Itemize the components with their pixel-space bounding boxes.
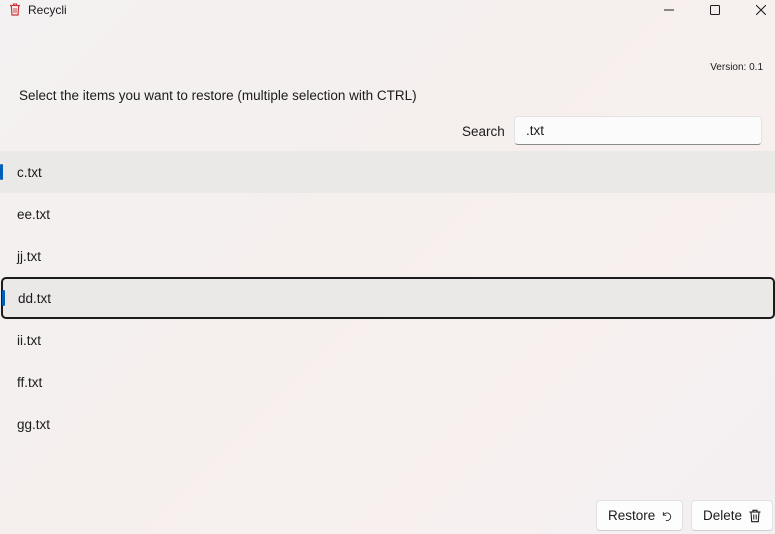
list-item-label: dd.txt (18, 290, 52, 306)
list-item-label: c.txt (17, 164, 42, 180)
search-input[interactable] (514, 116, 762, 145)
search-label: Search (462, 124, 505, 139)
minimize-icon (664, 9, 674, 11)
restore-button[interactable]: Restore (596, 500, 683, 531)
delete-button[interactable]: Delete (691, 500, 773, 531)
list-item-label: ee.txt (17, 206, 51, 222)
list-item[interactable]: ee.txt (0, 193, 775, 235)
close-button[interactable] (738, 0, 775, 20)
maximize-button[interactable] (692, 0, 738, 20)
close-icon (756, 5, 766, 15)
title-bar: Recycli (0, 0, 775, 20)
file-list[interactable]: c.txt ee.txt jj.txt dd.txt ii.txt ff.txt gg.tx… (0, 151, 775, 445)
recycle-bin-icon (10, 3, 20, 16)
list-item-label: jj.txt (17, 248, 42, 264)
selection-indicator (0, 164, 3, 180)
delete-button-label: Delete (703, 508, 743, 523)
list-item-label: ii.txt (17, 332, 42, 348)
maximize-icon (710, 5, 720, 15)
list-item[interactable]: dd.txt (1, 277, 775, 319)
restore-button-label: Restore (608, 508, 656, 523)
list-item[interactable]: c.txt (0, 151, 775, 193)
undo-icon (663, 511, 672, 521)
list-item-label: gg.txt (17, 416, 51, 432)
list-item-label: ff.txt (17, 374, 43, 390)
list-item[interactable]: jj.txt (0, 235, 775, 277)
list-item[interactable]: ff.txt (0, 361, 775, 403)
selection-indicator (2, 290, 5, 306)
list-item[interactable]: gg.txt (0, 403, 775, 445)
window-title: Recycli (28, 3, 67, 17)
list-item[interactable]: ii.txt (0, 319, 775, 361)
minimize-button[interactable] (646, 0, 692, 20)
instructions-text: Select the items you want to restore (mu… (19, 88, 417, 103)
version-label: Version: 0.1 (710, 62, 763, 73)
trash-icon (749, 509, 761, 522)
